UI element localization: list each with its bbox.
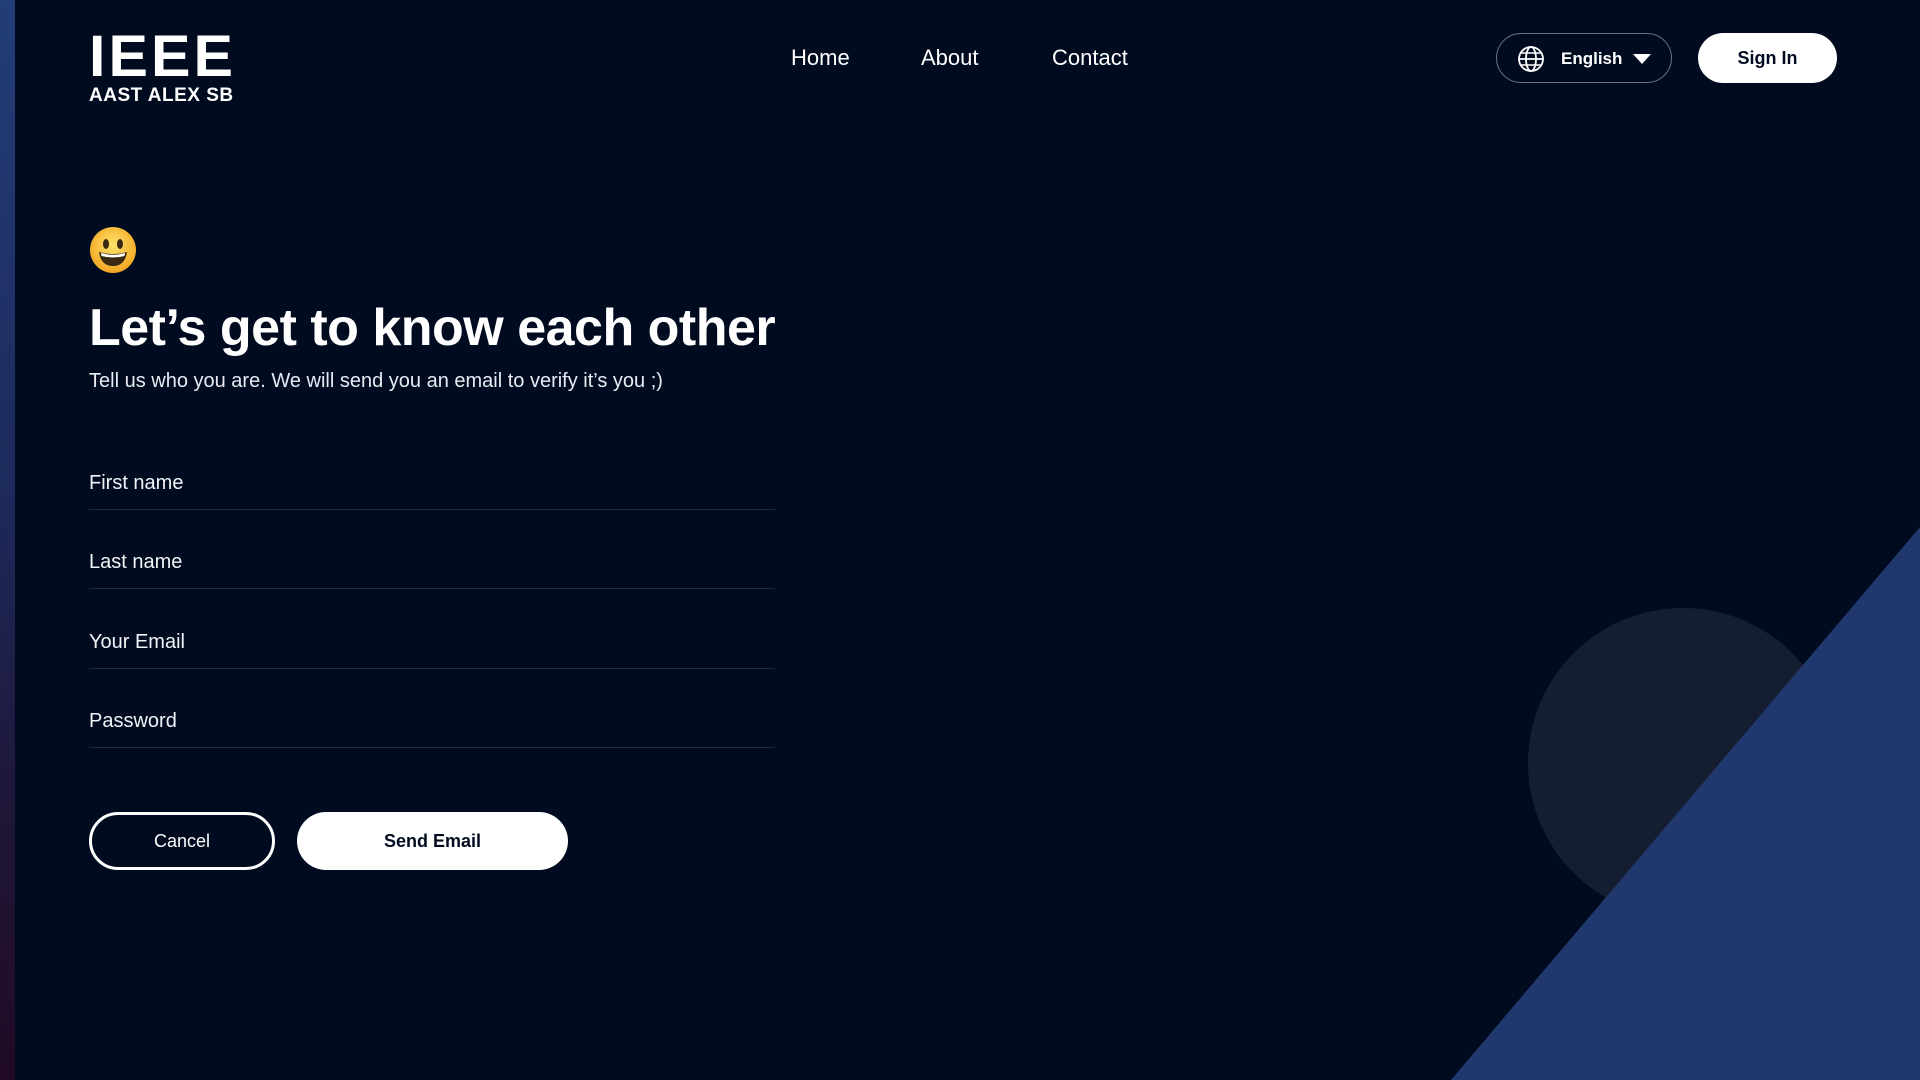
- cancel-button[interactable]: Cancel: [89, 812, 275, 870]
- nav-home-link[interactable]: Home: [791, 44, 850, 72]
- first-name-input[interactable]: [89, 457, 775, 509]
- page-subtitle: Tell us who you are. We will send you an…: [89, 370, 663, 392]
- nav-contact-link[interactable]: Contact: [1052, 44, 1128, 72]
- ieee-logo[interactable]: IEEE AAST ALEX SB: [89, 24, 239, 106]
- send-email-button[interactable]: Send Email: [297, 812, 568, 870]
- email-input[interactable]: [89, 616, 775, 668]
- password-field-wrapper: [89, 695, 775, 748]
- logo-wordmark: IEEE: [89, 24, 237, 89]
- logo-subtitle: AAST ALEX SB: [89, 85, 234, 106]
- last-name-field-wrapper: [89, 536, 775, 589]
- globe-icon: [1518, 46, 1544, 72]
- first-name-field-wrapper: [89, 457, 775, 510]
- signup-page: IEEE AAST ALEX SB Home About Contact Eng…: [0, 0, 1920, 1080]
- decorative-circle: [1528, 608, 1838, 918]
- email-field-wrapper: [89, 616, 775, 669]
- page-title: Let’s get to know each other: [89, 299, 776, 357]
- language-selector[interactable]: English: [1496, 33, 1672, 83]
- nav-about-link[interactable]: About: [921, 44, 979, 72]
- language-label: English: [1561, 49, 1623, 68]
- grinning-face-icon: [90, 227, 136, 273]
- last-name-input[interactable]: [89, 536, 775, 588]
- sign-in-button[interactable]: Sign In: [1698, 33, 1837, 83]
- chevron-down-icon: [1633, 54, 1651, 64]
- password-input[interactable]: [89, 695, 775, 747]
- left-edge-accent: [0, 0, 15, 1080]
